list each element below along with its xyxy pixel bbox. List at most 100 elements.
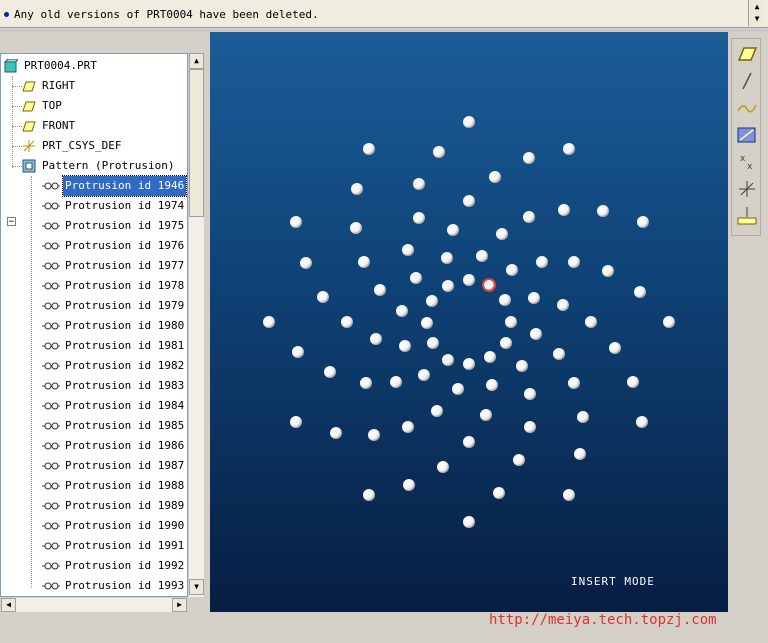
pattern-sphere[interactable] xyxy=(441,252,453,264)
pattern-sphere[interactable] xyxy=(574,448,586,460)
pattern-sphere[interactable] xyxy=(568,256,580,268)
pattern-sphere[interactable] xyxy=(442,354,454,366)
tree-root[interactable]: PRT0004.PRT xyxy=(3,56,184,76)
pattern-sphere[interactable] xyxy=(341,316,353,328)
pattern-sphere[interactable] xyxy=(463,516,475,528)
pattern-sphere[interactable] xyxy=(499,294,511,306)
scroll-up-arrow-icon[interactable]: ▲ xyxy=(189,53,204,69)
pattern-sphere[interactable] xyxy=(330,427,342,439)
pattern-sphere[interactable] xyxy=(290,216,302,228)
pattern-sphere[interactable] xyxy=(463,116,475,128)
pattern-sphere[interactable] xyxy=(363,489,375,501)
pattern-sphere[interactable] xyxy=(463,274,475,286)
coordinate-system-tool[interactable] xyxy=(735,177,759,201)
scroll-left-arrow-icon[interactable]: ◀ xyxy=(1,598,16,612)
datum-plane-tool[interactable] xyxy=(735,42,759,66)
pattern-sphere[interactable] xyxy=(530,328,542,340)
pattern-sphere[interactable] xyxy=(418,369,430,381)
pattern-sphere[interactable] xyxy=(324,366,336,378)
selected-sphere[interactable] xyxy=(482,278,496,292)
pattern-sphere[interactable] xyxy=(484,351,496,363)
pattern-sphere[interactable] xyxy=(523,211,535,223)
pattern-sphere[interactable] xyxy=(368,429,380,441)
pattern-sphere[interactable] xyxy=(442,280,454,292)
pattern-sphere[interactable] xyxy=(426,295,438,307)
pattern-sphere[interactable] xyxy=(421,317,433,329)
pattern-sphere[interactable] xyxy=(452,383,464,395)
pattern-sphere[interactable] xyxy=(536,256,548,268)
datum-point-tool[interactable] xyxy=(735,123,759,147)
pattern-sphere[interactable] xyxy=(634,286,646,298)
pattern-sphere[interactable] xyxy=(627,376,639,388)
tree-vertical-scrollbar[interactable]: ▲ ▼ xyxy=(188,53,204,597)
pattern-sphere[interactable] xyxy=(433,146,445,158)
pattern-sphere[interactable] xyxy=(568,377,580,389)
pattern-sphere[interactable] xyxy=(463,358,475,370)
datum-axis-tool[interactable] xyxy=(735,69,759,93)
pattern-sphere[interactable] xyxy=(524,388,536,400)
pattern-sphere[interactable] xyxy=(516,360,528,372)
pattern-sphere[interactable] xyxy=(636,416,648,428)
pattern-sphere[interactable] xyxy=(506,264,518,276)
pattern-sphere[interactable] xyxy=(609,342,621,354)
pattern-sphere[interactable] xyxy=(413,212,425,224)
pattern-sphere[interactable] xyxy=(524,421,536,433)
pattern-sphere[interactable] xyxy=(317,291,329,303)
pattern-sphere[interactable] xyxy=(374,284,386,296)
pattern-sphere[interactable] xyxy=(390,376,402,388)
pattern-sphere[interactable] xyxy=(290,416,302,428)
pattern-sphere[interactable] xyxy=(413,178,425,190)
tree-horizontal-scrollbar[interactable]: ◀ ▶ xyxy=(0,597,188,613)
pattern-sphere[interactable] xyxy=(489,171,501,183)
pattern-sphere[interactable] xyxy=(577,411,589,423)
pattern-sphere[interactable] xyxy=(431,405,443,417)
pattern-sphere[interactable] xyxy=(602,265,614,277)
scrollbar-thumb[interactable] xyxy=(189,69,204,217)
pattern-sphere[interactable] xyxy=(427,337,439,349)
point-tool[interactable]: xx xyxy=(735,150,759,174)
pattern-sphere[interactable] xyxy=(563,143,575,155)
pattern-sphere[interactable] xyxy=(402,244,414,256)
pattern-sphere[interactable] xyxy=(558,204,570,216)
pattern-sphere[interactable] xyxy=(300,257,312,269)
pattern-sphere[interactable] xyxy=(263,316,275,328)
scroll-down-arrow-icon[interactable]: ▼ xyxy=(749,13,765,25)
scroll-up-arrow-icon[interactable]: ▲ xyxy=(749,1,765,13)
pattern-sphere[interactable] xyxy=(513,454,525,466)
pattern-sphere[interactable] xyxy=(447,224,459,236)
pattern-sphere[interactable] xyxy=(410,272,422,284)
pattern-sphere[interactable] xyxy=(360,377,372,389)
collapse-toggle[interactable]: − xyxy=(7,217,16,227)
pattern-sphere[interactable] xyxy=(585,316,597,328)
pattern-sphere[interactable] xyxy=(637,216,649,228)
message-scrollbar[interactable]: ▲ ▼ xyxy=(748,0,765,26)
pattern-sphere[interactable] xyxy=(557,299,569,311)
pattern-sphere[interactable] xyxy=(351,183,363,195)
pattern-sphere[interactable] xyxy=(523,152,535,164)
scroll-right-arrow-icon[interactable]: ▶ xyxy=(172,598,187,612)
pattern-sphere[interactable] xyxy=(563,489,575,501)
pattern-sphere[interactable] xyxy=(358,256,370,268)
pattern-sphere[interactable] xyxy=(505,316,517,328)
pattern-sphere[interactable] xyxy=(463,436,475,448)
pattern-sphere[interactable] xyxy=(350,222,362,234)
pattern-sphere[interactable] xyxy=(363,143,375,155)
pattern-sphere[interactable] xyxy=(476,250,488,262)
pattern-sphere[interactable] xyxy=(437,461,449,473)
pattern-sphere[interactable] xyxy=(500,337,512,349)
pattern-sphere[interactable] xyxy=(480,409,492,421)
pattern-sphere[interactable] xyxy=(597,205,609,217)
pattern-sphere[interactable] xyxy=(528,292,540,304)
pattern-sphere[interactable] xyxy=(292,346,304,358)
datum-curve-tool[interactable] xyxy=(735,96,759,120)
pattern-sphere[interactable] xyxy=(663,316,675,328)
pattern-sphere[interactable] xyxy=(402,421,414,433)
pattern-sphere[interactable] xyxy=(396,305,408,317)
analysis-tool[interactable] xyxy=(735,204,759,228)
pattern-sphere[interactable] xyxy=(493,487,505,499)
pattern-sphere[interactable] xyxy=(370,333,382,345)
pattern-sphere[interactable] xyxy=(403,479,415,491)
pattern-sphere[interactable] xyxy=(399,340,411,352)
pattern-sphere[interactable] xyxy=(486,379,498,391)
pattern-sphere[interactable] xyxy=(553,348,565,360)
